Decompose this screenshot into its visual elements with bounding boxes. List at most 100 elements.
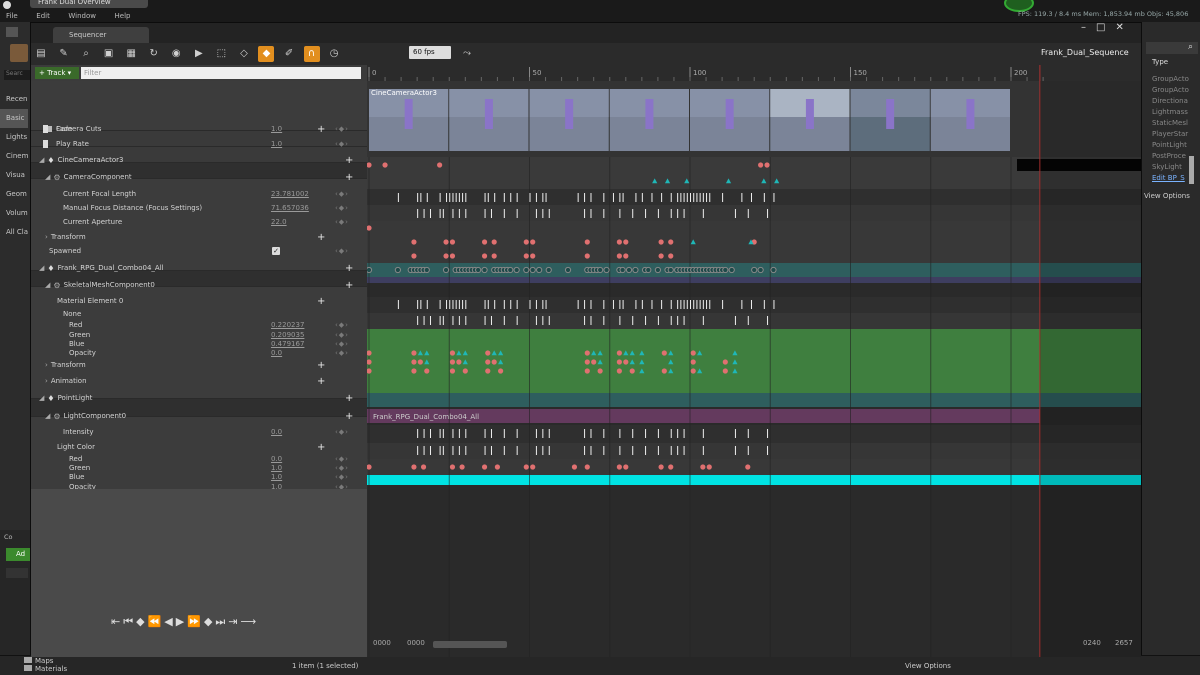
- key-navigation[interactable]: ‹◆›: [335, 204, 349, 212]
- color-key[interactable]: [616, 350, 622, 356]
- frank-tick[interactable]: [397, 300, 399, 309]
- event-tick[interactable]: [741, 193, 743, 202]
- expand-arrow-icon[interactable]: ◢: [45, 412, 50, 420]
- color-key[interactable]: [491, 359, 497, 365]
- transform-key[interactable]: [603, 266, 610, 274]
- category-all-classes[interactable]: All Cla: [6, 223, 28, 242]
- light-tick[interactable]: [429, 446, 431, 455]
- light-tick[interactable]: [465, 429, 467, 438]
- event-tick[interactable]: [535, 193, 537, 202]
- content-browser-tab[interactable]: Co: [4, 533, 13, 541]
- frank-tick[interactable]: [465, 300, 467, 309]
- event-tick[interactable]: [462, 193, 464, 202]
- edit-icon[interactable]: ✐: [281, 46, 297, 62]
- light-tick[interactable]: [670, 429, 672, 438]
- key-navigation[interactable]: ‹◆›: [335, 218, 349, 226]
- refresh-icon[interactable]: ↻: [146, 46, 162, 62]
- actor-frank[interactable]: ◢ ♦ Frank_RPG_Dual_Combo04_All +: [31, 262, 367, 274]
- transform-key[interactable]: [619, 266, 626, 274]
- frank-tick[interactable]: [439, 300, 441, 309]
- outliner-row-link[interactable]: Edit BP_S: [1152, 173, 1189, 184]
- step-back-icon[interactable]: ⏪: [148, 615, 165, 628]
- key-navigation[interactable]: ‹◆›: [335, 349, 349, 357]
- event-tick[interactable]: [747, 209, 749, 218]
- light-tick[interactable]: [734, 446, 736, 455]
- event-tick[interactable]: [577, 193, 579, 202]
- menu-help[interactable]: Help: [115, 12, 131, 20]
- event-tick[interactable]: [529, 193, 531, 202]
- key-navigation[interactable]: ‹◆›: [335, 190, 349, 198]
- frank-tick[interactable]: [462, 300, 464, 309]
- light-tick[interactable]: [603, 429, 605, 438]
- light-tick[interactable]: [702, 429, 704, 438]
- event-tick[interactable]: [702, 209, 704, 218]
- color-opacity-channel[interactable]: Opacity 0.0 ‹◆›: [31, 347, 367, 359]
- frank-tick[interactable]: [693, 300, 695, 309]
- manual-focus-track[interactable]: Manual Focus Distance (Focus Settings) 71…: [31, 202, 367, 214]
- light-tick[interactable]: [442, 446, 444, 455]
- color-key[interactable]: [485, 359, 491, 365]
- end-frame-a[interactable]: 0240: [1083, 639, 1101, 647]
- light-tick[interactable]: [439, 446, 441, 455]
- transform-key[interactable]: [523, 266, 530, 274]
- expand-arrow-icon[interactable]: ◢: [39, 394, 44, 402]
- light-tick[interactable]: [632, 429, 634, 438]
- jump-end-icon[interactable]: ⏭: [215, 615, 228, 628]
- event-tick[interactable]: [446, 193, 448, 202]
- event-tick[interactable]: [439, 193, 441, 202]
- event-tick[interactable]: [661, 193, 663, 202]
- frank-tick[interactable]: [590, 316, 592, 325]
- transform-key[interactable]: [625, 266, 633, 274]
- event-tick[interactable]: [465, 209, 467, 218]
- aperture-key[interactable]: [481, 253, 488, 259]
- spawned-track[interactable]: Spawned ✓ ‹◆›: [31, 245, 367, 257]
- light-tick[interactable]: [490, 429, 492, 438]
- render-movie-icon[interactable]: ▦: [123, 46, 139, 62]
- expand-arrow-icon[interactable]: ›: [45, 233, 48, 241]
- light-tick[interactable]: [417, 446, 419, 455]
- type-column-header[interactable]: Type: [1152, 58, 1168, 66]
- manual-focus-key[interactable]: [616, 239, 622, 245]
- transform-key[interactable]: [507, 266, 514, 274]
- frank-tick[interactable]: [458, 316, 460, 325]
- event-tick[interactable]: [439, 209, 441, 218]
- light-tick[interactable]: [490, 446, 492, 455]
- category-lights[interactable]: Lights: [6, 128, 28, 147]
- event-tick[interactable]: [657, 209, 659, 218]
- intensity-key[interactable]: [411, 464, 417, 470]
- add-track-button[interactable]: +: [345, 263, 353, 274]
- event-tick[interactable]: [632, 209, 634, 218]
- event-tick[interactable]: [763, 193, 765, 202]
- add-track-button[interactable]: +: [345, 280, 353, 291]
- frank-tick[interactable]: [455, 300, 457, 309]
- play-reverse-icon[interactable]: ◀: [164, 615, 175, 628]
- expand-arrow-icon[interactable]: ◢: [39, 156, 44, 164]
- add-track-button[interactable]: +: [345, 155, 353, 166]
- transform-key[interactable]: [481, 266, 488, 274]
- frank-tick[interactable]: [542, 300, 544, 309]
- frank-tick[interactable]: [503, 300, 505, 309]
- track-value[interactable]: 1.0: [271, 473, 282, 481]
- light-tick[interactable]: [767, 429, 769, 438]
- place-search-input[interactable]: Searc: [4, 70, 30, 80]
- key-navigation[interactable]: ‹◆›: [335, 140, 349, 148]
- fade-key[interactable]: [437, 162, 443, 168]
- transform-key[interactable]: [367, 266, 373, 274]
- event-tick[interactable]: [452, 209, 454, 218]
- manual-focus-key[interactable]: [530, 239, 536, 245]
- sequencer-tab[interactable]: Sequencer: [53, 27, 149, 43]
- color-key[interactable]: [449, 368, 456, 374]
- search-folders-input[interactable]: [6, 568, 28, 578]
- light-tick[interactable]: [702, 446, 704, 455]
- frank-tick[interactable]: [487, 300, 489, 309]
- start-frame-b[interactable]: 0000: [407, 639, 425, 647]
- event-tick[interactable]: [417, 209, 419, 218]
- frank-tick[interactable]: [548, 316, 550, 325]
- maximize-icon[interactable]: □: [1096, 22, 1115, 33]
- intensity-key[interactable]: [449, 464, 456, 470]
- manual-focus-key[interactable]: [491, 239, 497, 245]
- event-tick[interactable]: [494, 193, 496, 202]
- light-tick[interactable]: [503, 429, 505, 438]
- intensity-key[interactable]: [584, 464, 590, 470]
- frank-tick[interactable]: [709, 300, 711, 309]
